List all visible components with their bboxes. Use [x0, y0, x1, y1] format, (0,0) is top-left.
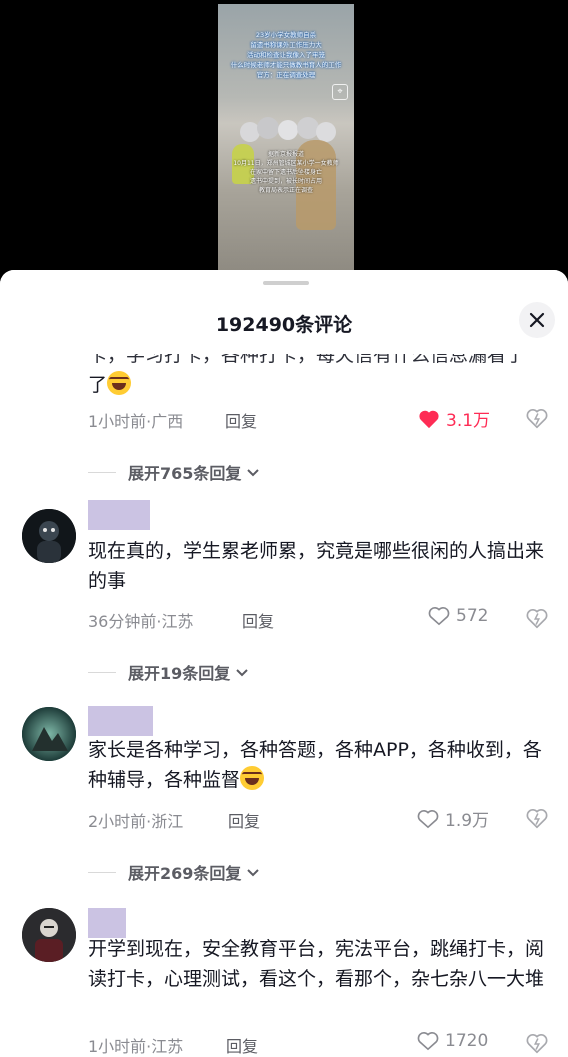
video-caption-bottom: 据新京报报道 10月11日，郑州管城区某小学一女教师 在家中留下遗书后坠楼身亡 … [233, 151, 339, 194]
comments-sheet: 卡，学习打卡，各种打卡，每天信有什么信息漏看了 了 1小时前·广西 回复 3.1… [0, 270, 568, 1057]
comments-header: 192490条评论 [0, 270, 568, 348]
reply-button[interactable]: 回复 [242, 608, 274, 632]
video-thumbnail[interactable]: 23岁小学女教师自杀 留遗书称课外工作压力大 活动和检查让我像入了牢笼 什么时候… [218, 4, 354, 270]
divider [88, 471, 116, 473]
video-preview[interactable]: 23岁小学女教师自杀 留遗书称课外工作压力大 活动和检查让我像入了牢笼 什么时候… [0, 0, 568, 290]
close-icon [529, 312, 545, 328]
chevron-down-icon [247, 469, 260, 477]
comment-meta: 36分钟前·江苏 [88, 612, 194, 631]
chevron-down-icon [236, 669, 248, 677]
like-button[interactable]: 572 [428, 606, 488, 626]
heart-outline-icon [417, 1032, 439, 1051]
reply-button[interactable]: 回复 [225, 408, 257, 432]
avatar[interactable] [22, 707, 76, 761]
comment-text: 开学到现在，安全教育平台，宪法平台，跳绳打卡，阅读打卡，心理测试，看这个，看那个… [88, 938, 545, 990]
reply-button[interactable]: 回复 [226, 1033, 258, 1057]
like-button[interactable]: 1.9万 [417, 806, 489, 831]
close-button[interactable] [519, 302, 555, 338]
comment-text: 现在真的，学生累老师累，究竟是哪些很闲的人搞出来的事 [88, 540, 545, 592]
heart-filled-icon [419, 410, 439, 428]
avatar[interactable] [22, 908, 76, 962]
comment-meta: 1小时前·江苏 [88, 1037, 184, 1056]
divider [88, 671, 116, 673]
reply-button[interactable]: 回复 [228, 808, 260, 832]
comment-list[interactable]: 卡，学习打卡，各种打卡，每天信有什么信息漏看了 了 1小时前·广西 回复 3.1… [0, 270, 568, 1057]
dislike-icon[interactable] [526, 1033, 548, 1055]
like-count: 3.1万 [446, 411, 491, 431]
comment-meta: 2小时前·浙江 [88, 812, 184, 831]
chevron-down-icon [247, 869, 260, 877]
drag-handle[interactable] [263, 281, 309, 285]
expand-replies-button[interactable]: 展开19条回复 [88, 660, 250, 684]
like-count: 1720 [445, 1031, 489, 1051]
video-caption-top: 23岁小学女教师自杀 留遗书称课外工作压力大 活动和检查让我像入了牢笼 什么时候… [230, 31, 342, 79]
dislike-icon[interactable] [526, 408, 548, 430]
heart-outline-icon [417, 809, 439, 828]
like-count: 572 [456, 606, 489, 626]
divider [88, 871, 116, 873]
dislike-icon[interactable] [526, 608, 548, 630]
location-pin-icon: ⌖ [332, 84, 348, 100]
heart-outline-icon [428, 607, 450, 626]
comment-text: 家长是各种学习，各种答题，各种APP，各种收到，各种辅导，各种监督 [88, 739, 542, 791]
like-count: 1.9万 [445, 811, 490, 831]
laughing-emoji-icon [107, 371, 132, 395]
comment-meta: 1小时前·广西 [88, 412, 184, 431]
like-button[interactable]: 1720 [417, 1031, 488, 1051]
comment-text: 卡，学习打卡，各种打卡，每天信有什么信息漏看了 了 [88, 344, 526, 396]
like-button[interactable]: 3.1万 [418, 406, 490, 431]
expand-replies-button[interactable]: 展开765条回复 [88, 460, 261, 484]
dislike-icon[interactable] [526, 808, 548, 830]
expand-replies-button[interactable]: 展开269条回复 [88, 860, 261, 884]
laughing-emoji-icon [240, 766, 265, 790]
avatar[interactable] [22, 509, 76, 563]
username[interactable] [88, 706, 153, 736]
username[interactable] [88, 500, 150, 530]
comment-count-title: 192490条评论 [215, 314, 353, 336]
